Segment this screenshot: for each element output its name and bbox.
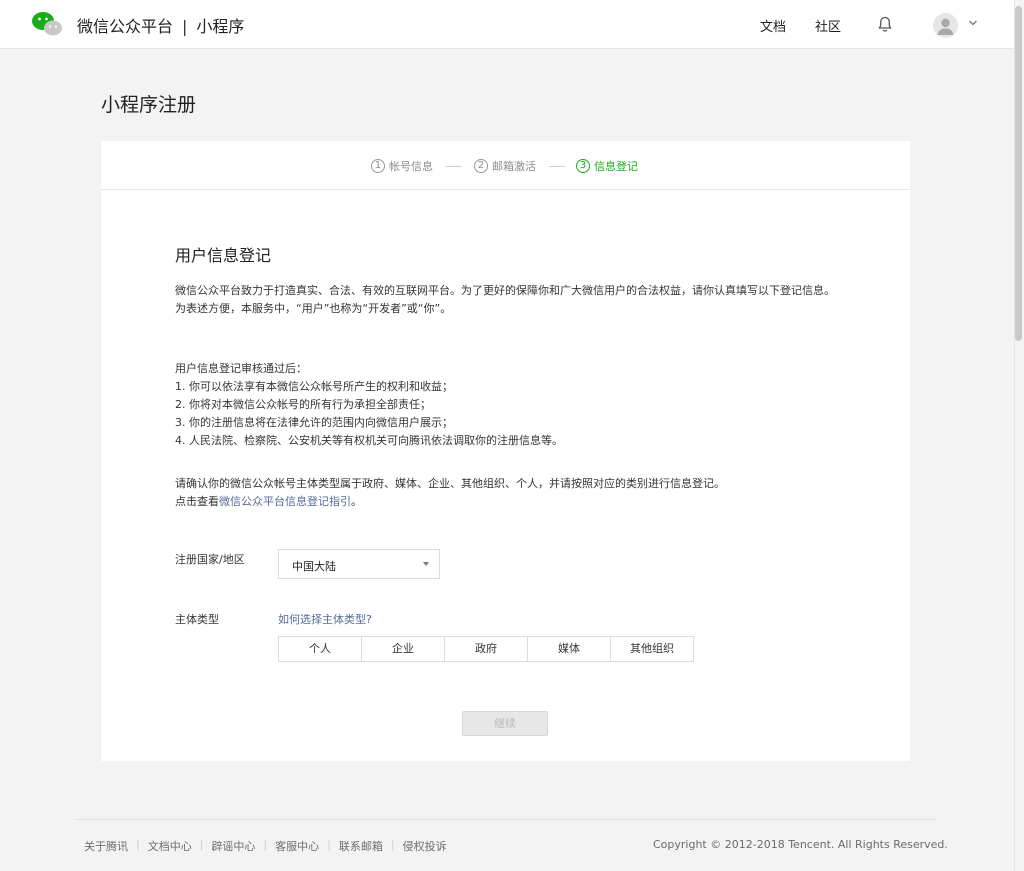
step-connector [446,166,462,167]
step-number: 2 [474,159,488,173]
user-avatar-icon [937,18,954,35]
footer-separator: | [327,838,331,851]
brand-title[interactable]: 微信公众平台 | 小程序 [77,13,244,37]
scrollbar-thumb[interactable] [1015,6,1022,341]
after-approval-list: 用户信息登记审核通过后： 1. 你可以依法享有本微信公众帐号所产生的权利和收益；… [175,360,835,450]
entity-type-media[interactable]: 媒体 [527,637,610,661]
confirm-text: 请确认你的微信公众帐号主体类型属于政府、媒体、企业、其他组织、个人，并请按照对应… [175,477,725,490]
country-label: 注册国家/地区 [175,553,245,566]
brand-product: 小程序 [196,17,245,36]
step-account-info: 1 帐号信息 [371,158,433,174]
guide-prefix: 点击查看 [175,495,219,508]
footer-separator: | [263,838,268,851]
chevron-down-icon[interactable] [968,19,978,27]
step-number: 1 [371,159,385,173]
footer-separator: | [199,838,204,851]
brand-name: 微信公众平台 [77,17,174,36]
entity-type-help-link[interactable]: 如何选择主体类型? [278,611,372,627]
country-select[interactable]: 中国大陆 [278,549,440,579]
footer-divider [75,819,936,820]
entity-type-individual[interactable]: 个人 [279,637,361,661]
guide-line: 点击查看微信公众平台信息登记指引。 [175,493,835,511]
step-email-activation: 2 邮箱激活 [474,158,536,174]
step-label: 信息登记 [594,160,638,173]
list-item: 4. 人民法院、检察院、公安机关等有权机关可向腾讯依法调取你的注册信息等。 [175,434,563,447]
step-connector [549,166,565,167]
footer-links: 关于腾讯 | 文档中心 | 辟谣中心 | 客服中心 | 联系邮箱 | 侵权投诉 [84,838,447,854]
entity-type-enterprise[interactable]: 企业 [361,637,444,661]
section-title: 用户信息登记 [175,246,272,265]
dropdown-arrow-icon [423,562,429,566]
footer-separator: | [390,838,395,851]
nav-community-link[interactable]: 社区 [815,16,841,35]
entity-type-other-org[interactable]: 其他组织 [610,637,693,661]
registration-card: 1 帐号信息 2 邮箱激活 3 信息登记 用户信息登记 微信公众平台致力于打造真… [101,141,910,761]
list-item: 3. 你的注册信息将在法律允许的范围内向微信用户展示； [175,416,453,429]
intro-line: 为表述方便，本服务中，“用户”也称为“开发者”或“你”。 [175,302,452,315]
guide-link[interactable]: 微信公众平台信息登记指引 [219,495,351,508]
guide-suffix: 。 [351,495,362,508]
wechat-logo-icon[interactable] [31,11,63,37]
intro-line: 微信公众平台致力于打造真实、合法、有效的互联网平台。为了更好的保障你和广大微信用… [175,284,835,297]
copyright-text: Copyright © 2012-2018 Tencent. All Right… [653,838,948,851]
list-item: 1. 你可以依法享有本微信公众帐号所产生的权利和收益； [175,380,453,393]
after-approval-heading: 用户信息登记审核通过后： [175,362,307,375]
user-avatar[interactable] [933,13,958,38]
footer-link-support[interactable]: 客服中心 [275,838,319,854]
footer-link-about[interactable]: 关于腾讯 [84,838,128,854]
footer-link-rumor[interactable]: 辟谣中心 [211,838,255,854]
step-indicator: 1 帐号信息 2 邮箱激活 3 信息登记 [101,141,910,190]
top-header: 微信公众平台 | 小程序 文档 社区 [0,0,1014,49]
footer-separator: | [136,838,140,851]
entity-type-government[interactable]: 政府 [444,637,527,661]
country-select-value: 中国大陆 [292,560,336,573]
page-title: 小程序注册 [101,94,197,116]
footer-link-docs[interactable]: 文档中心 [148,838,192,854]
bell-icon[interactable] [876,15,894,33]
nav-docs-link[interactable]: 文档 [760,16,786,35]
footer-link-infringement[interactable]: 侵权投诉 [403,838,447,854]
confirm-paragraph: 请确认你的微信公众帐号主体类型属于政府、媒体、企业、其他组织、个人，并请按照对应… [175,475,835,511]
continue-button[interactable]: 继续 [462,711,548,736]
step-label: 帐号信息 [389,160,433,173]
step-info-registration: 3 信息登记 [576,158,638,174]
footer-link-email[interactable]: 联系邮箱 [339,838,383,854]
intro-paragraph: 微信公众平台致力于打造真实、合法、有效的互联网平台。为了更好的保障你和广大微信用… [175,282,835,318]
entity-type-label: 主体类型 [175,613,219,626]
step-number: 3 [576,159,590,173]
step-label: 邮箱激活 [492,160,536,173]
entity-type-options: 个人 企业 政府 媒体 其他组织 [278,636,694,662]
brand-separator: | [182,17,188,36]
list-item: 2. 你将对本微信公众帐号的所有行为承担全部责任； [175,398,431,411]
